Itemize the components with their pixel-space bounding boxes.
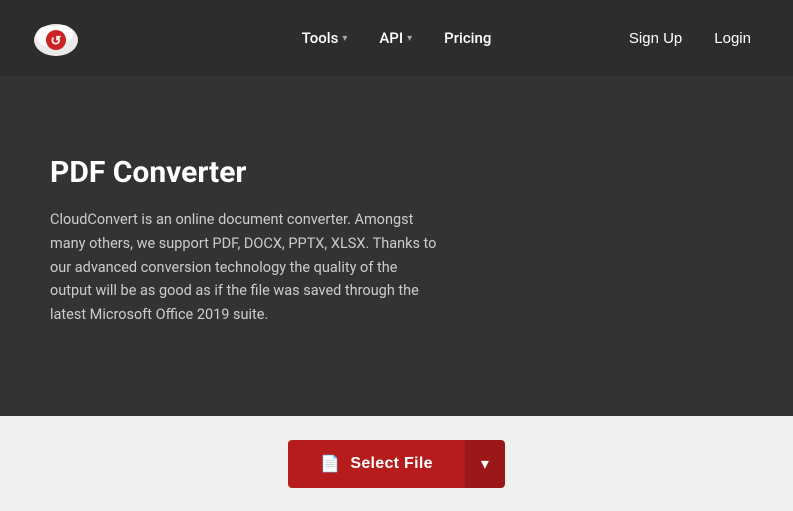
cta-section: 📄 Select File ▾ [0,416,793,511]
hero-title: PDF Converter [50,155,743,190]
nav-pricing-label: Pricing [444,29,491,47]
nav-api[interactable]: API ▾ [363,21,428,55]
hero-section: PDF Converter CloudConvert is an online … [0,76,793,416]
nav-pricing[interactable]: Pricing [428,21,507,55]
nav-auth: Sign Up Login [617,22,763,55]
signup-button[interactable]: Sign Up [617,22,694,55]
login-label: Login [714,30,751,47]
tools-chevron-icon: ▾ [342,33,347,44]
select-file-dropdown-button[interactable]: ▾ [465,440,505,488]
navbar: ↺ Tools ▾ API ▾ Pricing Sign Up Login [0,0,793,76]
logo-icon: ↺ [30,12,82,64]
file-icon: 📄 [320,454,340,474]
dropdown-chevron-icon: ▾ [481,454,489,474]
api-chevron-icon: ▾ [407,33,412,44]
svg-text:↺: ↺ [51,34,62,49]
login-button[interactable]: Login [702,22,763,55]
nav-tools[interactable]: Tools ▾ [286,21,364,55]
nav-tools-label: Tools [302,29,339,47]
select-file-label: Select File [350,455,432,473]
nav-api-label: API [379,29,403,47]
select-file-button[interactable]: 📄 Select File [288,440,465,488]
logo-container[interactable]: ↺ [30,12,82,64]
select-file-container: 📄 Select File ▾ [288,440,505,488]
hero-description: CloudConvert is an online document conve… [50,208,440,328]
nav-links: Tools ▾ API ▾ Pricing [286,21,508,55]
signup-label: Sign Up [629,30,682,47]
